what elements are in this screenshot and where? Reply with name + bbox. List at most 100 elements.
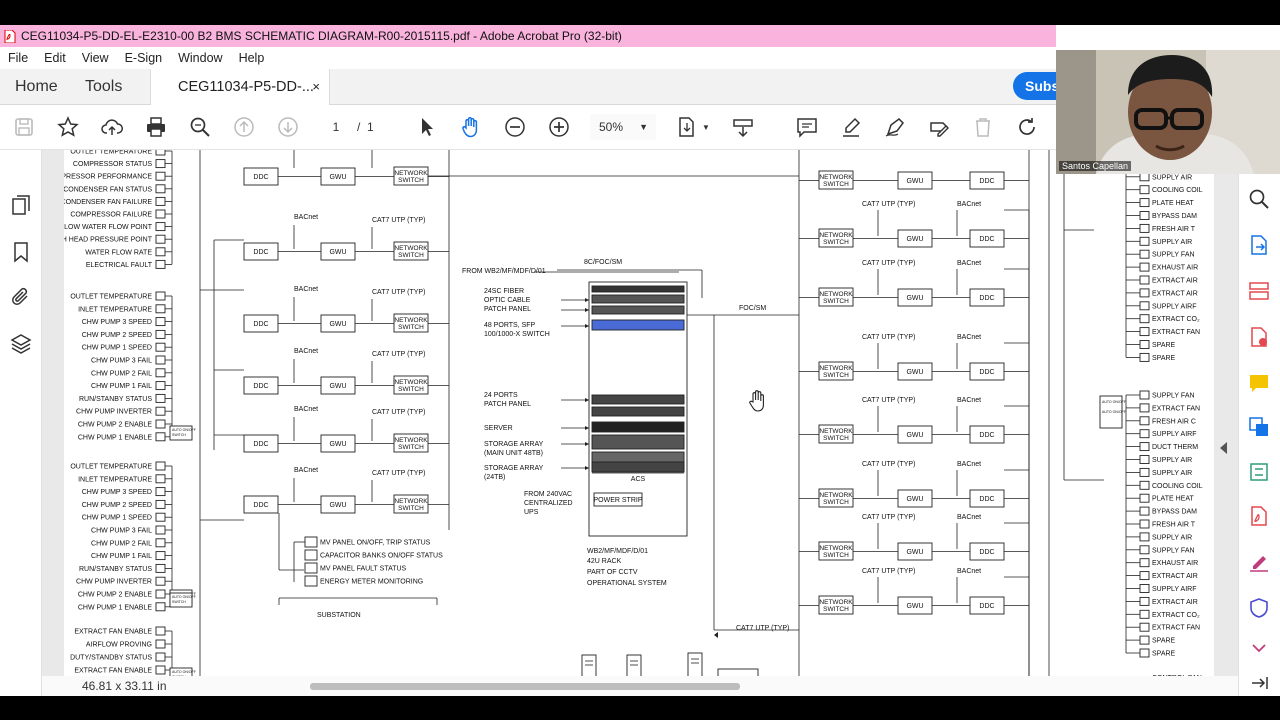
scroll-mode-icon[interactable]: [731, 115, 755, 139]
gwu-gateway-label: GWU: [329, 321, 346, 328]
collapse-panel-icon[interactable]: [1248, 674, 1270, 692]
select-cursor-icon[interactable]: [415, 115, 439, 139]
chiller-point-terminal: [155, 150, 166, 156]
ahu-point-label: FRESH AIR T: [1152, 522, 1196, 529]
arrow-icon: [714, 632, 718, 638]
menu-view[interactable]: View: [74, 51, 117, 65]
layers-icon[interactable]: [10, 333, 32, 355]
comment-icon[interactable]: [795, 115, 819, 139]
ahu-point-label: EXTRACT AIR: [1152, 599, 1198, 606]
network-switch-label: SWITCH: [823, 499, 849, 506]
combine-files-icon[interactable]: [1248, 416, 1270, 438]
chiller-point-terminal: [155, 196, 166, 206]
gwu-gateway-label: GWU: [329, 441, 346, 448]
ahu-point-label: DUCT THERM: [1152, 444, 1198, 451]
ahu-point-label: EXTRACT AIR: [1152, 573, 1198, 580]
ahu-point-label: FRESH AIR T: [1152, 226, 1196, 233]
attachments-icon[interactable]: [10, 286, 32, 308]
network-switch-label: NETWORK: [394, 379, 428, 386]
chiller-point-terminal: [155, 209, 166, 219]
ddc-controller-label: DDC: [253, 502, 268, 509]
export-pdf-icon[interactable]: [1248, 234, 1270, 256]
ahu-point-terminal: [1139, 275, 1150, 285]
fill-sign-icon[interactable]: [927, 115, 951, 139]
network-switch-label: SWITCH: [398, 252, 424, 259]
page-fit-icon[interactable]: [675, 115, 699, 139]
menu-window[interactable]: Window: [170, 51, 230, 65]
bacnet-label: BACnet: [957, 260, 981, 267]
menu-esign[interactable]: E-Sign: [117, 51, 171, 65]
draw-pen-icon[interactable]: [883, 115, 907, 139]
rack-from-label: FROM WB2/MF/MDF/D/01: [462, 268, 546, 275]
chw-pump-point-terminal: [155, 461, 166, 471]
zoom-tool-icon[interactable]: [1248, 188, 1270, 210]
acrobat-pdf-icon[interactable]: [1248, 505, 1270, 527]
ahu-point-terminal: [1139, 314, 1150, 324]
ahu-point-label: SUPPLY FAN: [1152, 252, 1195, 259]
create-pdf-icon[interactable]: [1248, 326, 1270, 348]
page-number-input[interactable]: 1: [322, 115, 350, 139]
ahu-point-terminal: [1139, 416, 1150, 426]
compress-pdf-icon[interactable]: [1248, 461, 1270, 483]
print-icon[interactable]: [144, 115, 168, 139]
page-total: / 1: [357, 115, 374, 139]
chw-pump-point-label: CHW PUMP 3 SPEED: [82, 489, 152, 496]
zoom-level-select[interactable]: 50% ▼: [590, 114, 656, 140]
upload-cloud-icon[interactable]: [100, 115, 124, 139]
comment-tool-icon[interactable]: [1248, 372, 1270, 394]
ahu-point-terminal: [1139, 584, 1150, 593]
webcam-overlay: Santos Capellan: [1056, 50, 1280, 174]
bacnet-label: BACnet: [957, 334, 981, 341]
ahu-point-terminal: [1139, 635, 1150, 645]
previous-page-icon[interactable]: [232, 115, 256, 139]
chw-pump-point-terminal: [155, 512, 166, 522]
rotate-icon[interactable]: [1015, 115, 1039, 139]
tab-tools[interactable]: Tools: [85, 69, 122, 105]
bacnet-label: BACnet: [294, 286, 318, 293]
bacnet-label: BACnet: [957, 201, 981, 208]
close-tab-icon[interactable]: ×: [312, 69, 320, 105]
hand-tool-icon[interactable]: [459, 115, 483, 139]
tab-document[interactable]: CEG11034-P5-DD-... ×: [150, 69, 330, 105]
chw-pump-point-label: CHW PUMP INVERTER: [76, 579, 152, 586]
zoom-out-icon[interactable]: [503, 115, 527, 139]
next-page-icon[interactable]: [276, 115, 300, 139]
server-unit: [591, 421, 685, 433]
menu-file[interactable]: File: [0, 51, 36, 65]
rack-server-label: SERVER: [484, 425, 513, 432]
organize-pages-icon[interactable]: [1248, 280, 1270, 302]
zoom-search-icon[interactable]: [188, 115, 212, 139]
gwu-gateway-label: GWU: [906, 432, 923, 439]
horizontal-scrollbar[interactable]: [310, 683, 740, 690]
more-tools-chevron-icon[interactable]: [1248, 637, 1270, 659]
chw-pump-point-terminal: [155, 406, 166, 416]
rack-storage-label: (MAIN UNIT 48TB): [484, 450, 543, 457]
document-area[interactable]: OUTLET TEMPERATURE COMPRESSOR STATUS COMPR…: [42, 150, 1238, 696]
bookmarks-icon[interactable]: [10, 241, 32, 263]
zoom-in-icon[interactable]: [547, 115, 571, 139]
bacnet-label: BACnet: [294, 467, 318, 474]
delete-trash-icon[interactable]: [971, 115, 995, 139]
ahu-point-terminal: [1139, 236, 1150, 246]
tab-home[interactable]: Home: [15, 69, 58, 105]
protect-shield-icon[interactable]: [1248, 597, 1270, 619]
highlight-pen-icon[interactable]: [839, 115, 863, 139]
ahu-point-terminal: [1139, 480, 1150, 490]
menu-help[interactable]: Help: [231, 51, 273, 65]
ahu-point-terminal: [1139, 442, 1150, 452]
save-icon[interactable]: [12, 115, 36, 139]
ahu-point-terminal: [1139, 223, 1150, 233]
bookmark-star-icon[interactable]: [56, 115, 80, 139]
page-fit-dropdown-icon[interactable]: ▼: [700, 115, 712, 139]
ahu-point-label: SUPPLY AIR: [1152, 470, 1192, 477]
sfp-switch: [591, 319, 685, 331]
fiber-label: 8C/FOC/SM: [584, 259, 622, 266]
pdf-page[interactable]: OUTLET TEMPERATURE COMPRESSOR STATUS COMPR…: [45, 150, 1214, 696]
page-thumbnails-icon[interactable]: [10, 194, 32, 216]
collapse-right-panel-icon[interactable]: [1220, 442, 1228, 454]
participant-name: Santos Capellan: [1059, 161, 1132, 171]
menu-edit[interactable]: Edit: [36, 51, 74, 65]
bacnet-label: BACnet: [294, 214, 318, 221]
fill-and-sign-icon[interactable]: [1248, 551, 1270, 573]
network-switch-label: SWITCH: [823, 606, 849, 613]
